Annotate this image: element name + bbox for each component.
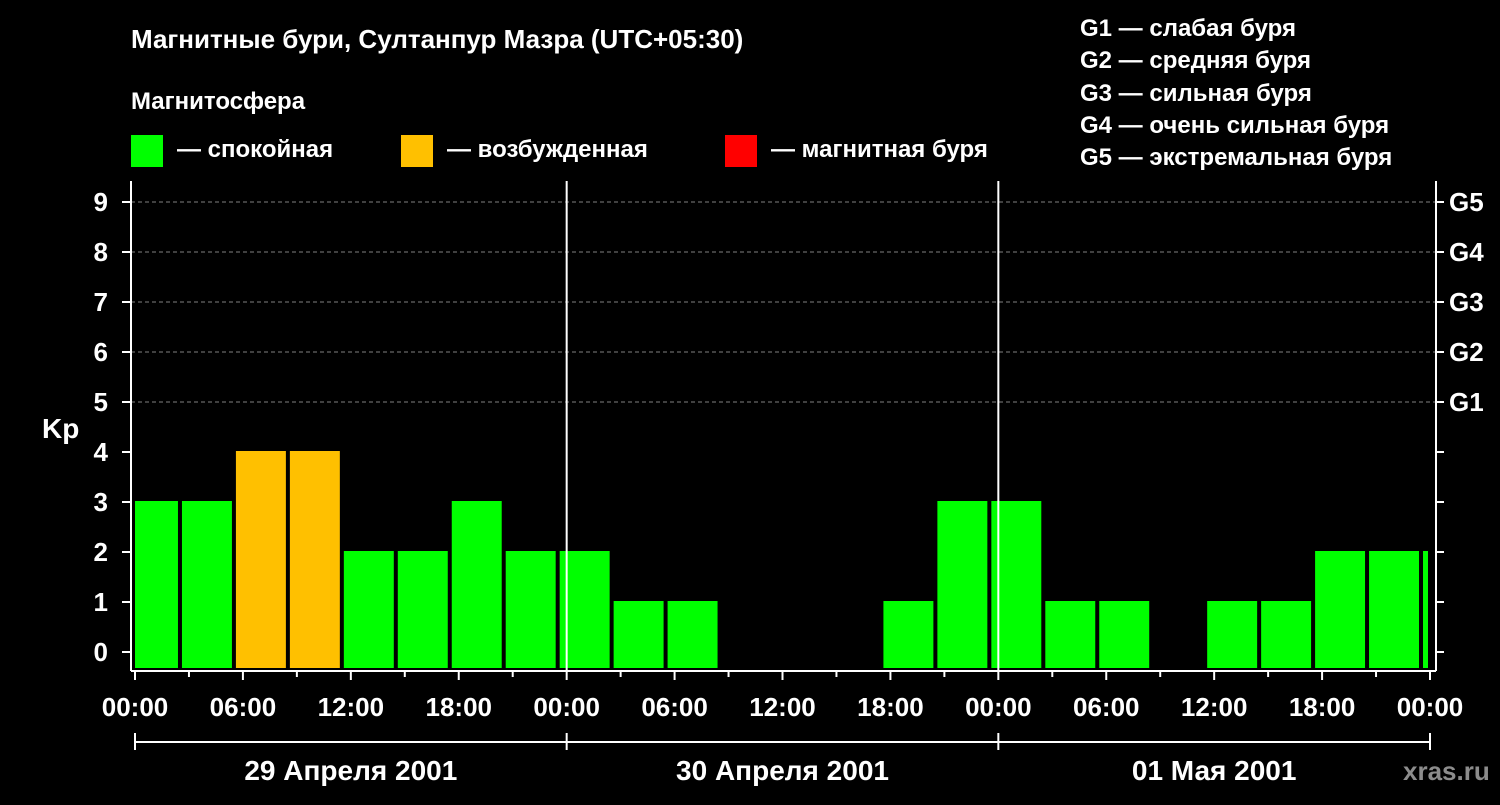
y-tick-label-2: 2 [94,537,108,567]
x-tick-label-5: 06:00 [641,692,708,722]
chart-title: Магнитные бури, Султанпур Мазра (UTC+05:… [131,24,743,54]
legend-label-excited: — возбужденная [447,136,648,163]
g-scale-legend-g2: G2 — средняя буря [1080,47,1311,74]
g-level-label-g4: G4 [1449,237,1484,267]
y-tick-label-4: 4 [94,437,109,467]
x-tick-label-3: 18:00 [426,692,493,722]
kp-bar-22 [1315,551,1366,668]
legend-swatch-excited [401,135,433,167]
chart-container: Магнитные бури, Султанпур Мазра (UTC+05:… [0,0,1500,800]
y-tick-label-3: 3 [94,487,108,517]
x-tick-label-11: 18:00 [1289,692,1356,722]
x-tick-label-12: 00:00 [1397,692,1464,722]
x-tick-label-10: 12:00 [1181,692,1248,722]
x-tick-label-2: 12:00 [318,692,385,722]
g-scale-legend-g4: G4 — очень сильная буря [1080,112,1389,139]
kp-bar-10 [667,601,718,668]
g-level-label-g1: G1 [1449,387,1484,417]
gridlines [131,201,1436,403]
g-level-label-g5: G5 [1449,187,1484,217]
kp-bar-21 [1261,601,1312,668]
day-label-2: 01 Мая 2001 [1132,755,1297,786]
x-tick-label-1: 06:00 [210,692,277,722]
kp-bar-23 [1369,551,1420,668]
y-tick-label-6: 6 [94,337,108,367]
legend-swatch-storm [725,135,757,167]
kp-chart: Магнитные бури, Султанпур Мазра (UTC+05:… [42,15,1490,786]
x-tick-label-7: 18:00 [857,692,924,722]
x-tick-label-0: 00:00 [102,692,169,722]
kp-bar-0 [135,501,178,668]
x-tick-label-8: 00:00 [965,692,1032,722]
x-tick-label-4: 00:00 [533,692,600,722]
day-label-1: 30 Апреля 2001 [676,755,889,786]
kp-bar-15 [937,501,988,668]
legend-label-storm: — магнитная буря [771,136,988,163]
legend-title: Магнитосфера [131,88,306,115]
g-scale-legend-g1: G1 — слабая буря [1080,15,1296,42]
legend-swatch-calm [131,135,163,167]
kp-bar-14 [883,601,934,668]
y-tick-label-5: 5 [94,387,108,417]
g-scale-legend-g3: G3 — сильная буря [1080,80,1312,107]
g-scale-legend-g5: G5 — экстремальная буря [1080,144,1392,171]
kp-bar-7 [505,551,556,668]
y-tick-label-1: 1 [94,587,108,617]
kp-bar-24 [1423,551,1428,668]
watermark: xras.ru [1403,756,1490,786]
kp-bar-4 [343,551,394,668]
day-label-0: 29 Апреля 2001 [244,755,457,786]
y-tick-label-7: 7 [94,287,108,317]
y-tick-label-0: 0 [94,637,108,667]
kp-bars [135,451,1428,668]
kp-bar-2 [235,451,286,668]
y-axis-label: Kp [42,413,79,444]
kp-bar-18 [1099,601,1150,668]
legend-label-calm: — спокойная [177,136,333,163]
g-level-label-g3: G3 [1449,287,1484,317]
kp-bar-5 [397,551,448,668]
kp-bar-6 [451,501,502,668]
kp-bar-17 [1045,601,1096,668]
x-tick-label-9: 06:00 [1073,692,1140,722]
kp-bar-20 [1207,601,1258,668]
g-level-label-g2: G2 [1449,337,1484,367]
kp-bar-3 [289,451,340,668]
x-tick-label-6: 12:00 [749,692,816,722]
kp-bar-1 [181,501,232,668]
kp-bar-9 [613,601,664,668]
y-tick-label-9: 9 [94,187,108,217]
y-tick-label-8: 8 [94,237,108,267]
